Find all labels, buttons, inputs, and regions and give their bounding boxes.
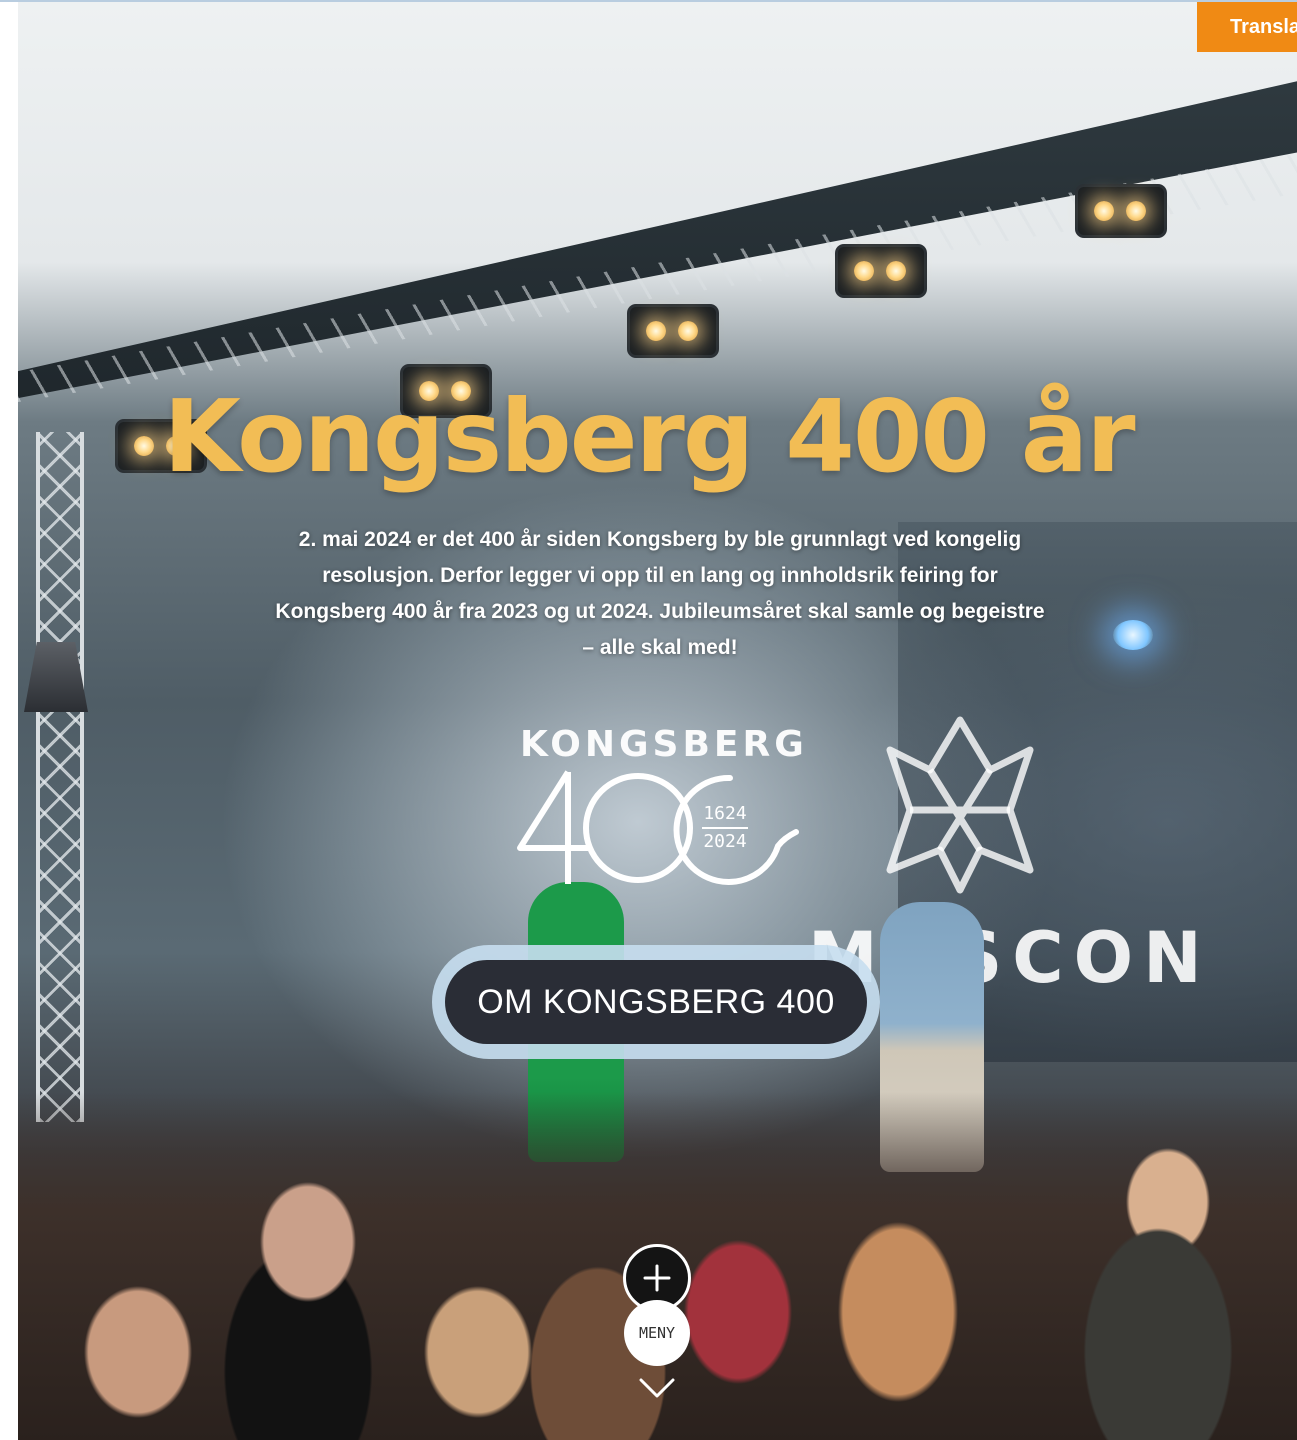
stage-light [838, 247, 924, 295]
hero-intro-text: 2. mai 2024 er det 400 år siden Kongsber… [275, 528, 1045, 659]
stage-light [630, 307, 716, 355]
logo-years: 1624 2024 [696, 802, 754, 854]
menu-button[interactable]: MENY [624, 1300, 690, 1366]
chevron-down-icon[interactable] [637, 1374, 677, 1402]
logo-400-graphic [517, 770, 799, 885]
page-title: Kongsberg 400 år [163, 378, 1135, 495]
menu-label: MENY [638, 1324, 676, 1342]
about-kongsberg-400-button[interactable]: OM KONGSBERG 400 [445, 960, 867, 1044]
plus-icon [643, 1264, 671, 1292]
truss-tower [36, 432, 84, 1122]
blue-spotlight [1113, 620, 1153, 650]
mascon-star-logo [886, 716, 1034, 894]
stage-light [1078, 187, 1164, 235]
logo-year-divider [702, 827, 748, 829]
logo-year-start: 1624 [703, 803, 747, 824]
hero-photo: MASCON [18, 2, 1297, 1440]
translate-button[interactable]: Translate [1197, 2, 1297, 52]
kongsberg-400-logo: KONGSBERG 1624 2024 [500, 724, 808, 894]
logo-wordmark: KONGSBERG [520, 724, 808, 765]
logo-year-end: 2024 [703, 831, 747, 852]
